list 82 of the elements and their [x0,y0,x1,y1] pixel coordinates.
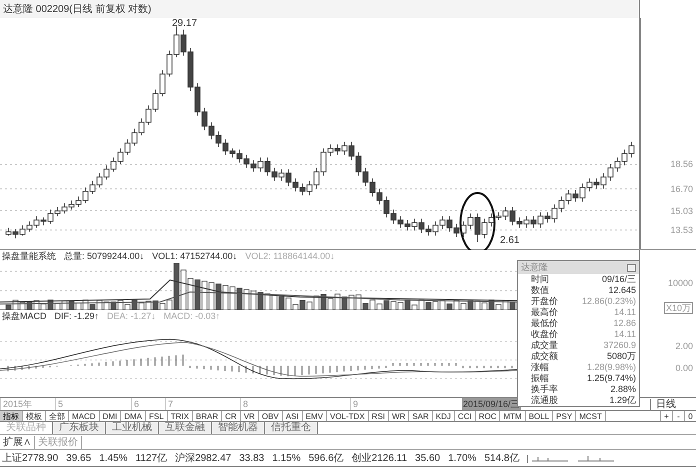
indicator-value: DEA: -1.27↓ [107,312,156,321]
field-label: 成交量 [530,340,558,351]
close-icon[interactable] [627,264,636,272]
zoom-button[interactable]: - [672,411,684,421]
indicator-tab[interactable]: WR [389,411,410,421]
axis-label: 13.53 [670,226,693,236]
indicator-value: MACD: -0.03↑ [164,312,220,321]
field-label: 涨幅 [530,362,549,373]
indicator-tab[interactable]: 指标 [0,411,23,421]
index-percent: 1.15% [272,452,301,466]
index-name: 沪深2982.47 [175,452,232,466]
field-value: 2.88% [610,384,636,395]
index-change: 39.65 [66,452,92,466]
index-change: 33.83 [239,452,264,466]
index-percent: 1.70% [448,452,476,466]
field-label: 开盘价 [530,296,558,307]
indicator-tab[interactable]: VR [240,411,259,421]
index-amount: 514.8亿 [484,452,520,466]
indicator-name: 操盘量能系统 [2,252,56,261]
field-label: 最低价 [530,318,558,329]
axis-label: 16.70 [670,184,693,194]
date-label: 6 [131,398,140,410]
index-change: 35.60 [415,452,440,466]
unit-label: X10万 [664,302,693,314]
extra-tab[interactable]: 扩展∧ [0,436,35,449]
field-label: 换手率 [530,384,558,395]
field-label: 时间 [530,274,549,285]
date-label: 8 [240,398,248,410]
field-label: 成交额 [530,351,558,362]
indicator-value: DIF: -1.29↑ [54,312,100,321]
field-value: 5080万 [606,351,636,362]
zoom-button[interactable]: 0 [684,411,696,421]
period-label[interactable]: 日线 [650,399,681,411]
field-value: 12.86 [613,318,636,329]
zoom-button[interactable]: + [660,411,672,421]
field-value: 37260.9 [603,340,636,351]
indicator-value: 总量: 50799244.00↓ [64,252,144,261]
indicator-tab[interactable]: ASI [282,411,303,421]
chart-title: 达意隆 002209(日线 前复权 对数) [3,2,152,16]
indicator-tab[interactable]: TRIX [168,411,193,421]
field-value: 1.29亿 [609,395,636,406]
field-label: 振幅 [530,373,549,384]
panel-title: 达意隆 [521,262,548,273]
indicator-value: VOL2: 118864144.00↓ [245,252,335,261]
date-label: 7 [165,398,174,410]
date-label: 2015年 [0,398,32,410]
field-value: 14.11 [614,307,636,318]
axis-label: 0.00 [675,364,693,373]
field-label: 最高价 [530,307,558,318]
price-mark: 2.61 [500,236,520,246]
sector-tab[interactable]: 工业机械 [106,422,159,434]
index-amount: 596.6亿 [308,452,344,466]
index-percent: 1.45% [99,452,128,466]
index-name: 上证2778.90 [2,452,58,466]
indicator-tab[interactable]: VOL-TDX [327,411,369,421]
index-name: 创业2126.11 [352,452,408,466]
sector-tab[interactable]: 广东板块 [53,422,106,434]
field-value: 09/16/三 [602,274,636,285]
field-value: 1.28(9.98%) [586,362,636,373]
date-label: 9 [350,398,358,410]
indicator-tab[interactable]: 模板 [23,411,46,421]
indicator-value: VOL1: 47152744.00↓ [152,252,238,261]
sector-tab[interactable]: 信托重仓 [265,422,318,434]
price-mark: 29.17 [172,19,198,29]
field-value: 12.645 [608,285,636,296]
axis-label: 15.03 [670,206,693,216]
field-value: 14.11 [614,329,636,340]
indicator-name: 操盘MACD [2,312,46,321]
index-amount: 1127亿 [136,452,168,466]
axis-label: 2.00 [675,342,693,351]
field-label: 数值 [530,285,549,296]
axis-label: 10000 [668,279,693,288]
ellipse-mark [460,192,496,250]
field-label: 收盘价 [530,329,558,340]
field-label: 流通股 [530,395,558,406]
field-value: 1.25(9.74%) [586,373,636,384]
field-value: 12.86(0.23%) [582,296,636,307]
sector-tab[interactable]: 互联金融 [159,422,212,434]
axis-label: 18.56 [670,160,693,170]
sector-tab[interactable]: 智能机器 [212,422,265,434]
date-label: 5 [55,398,64,410]
indicator-tab[interactable]: 全部 [46,411,69,421]
